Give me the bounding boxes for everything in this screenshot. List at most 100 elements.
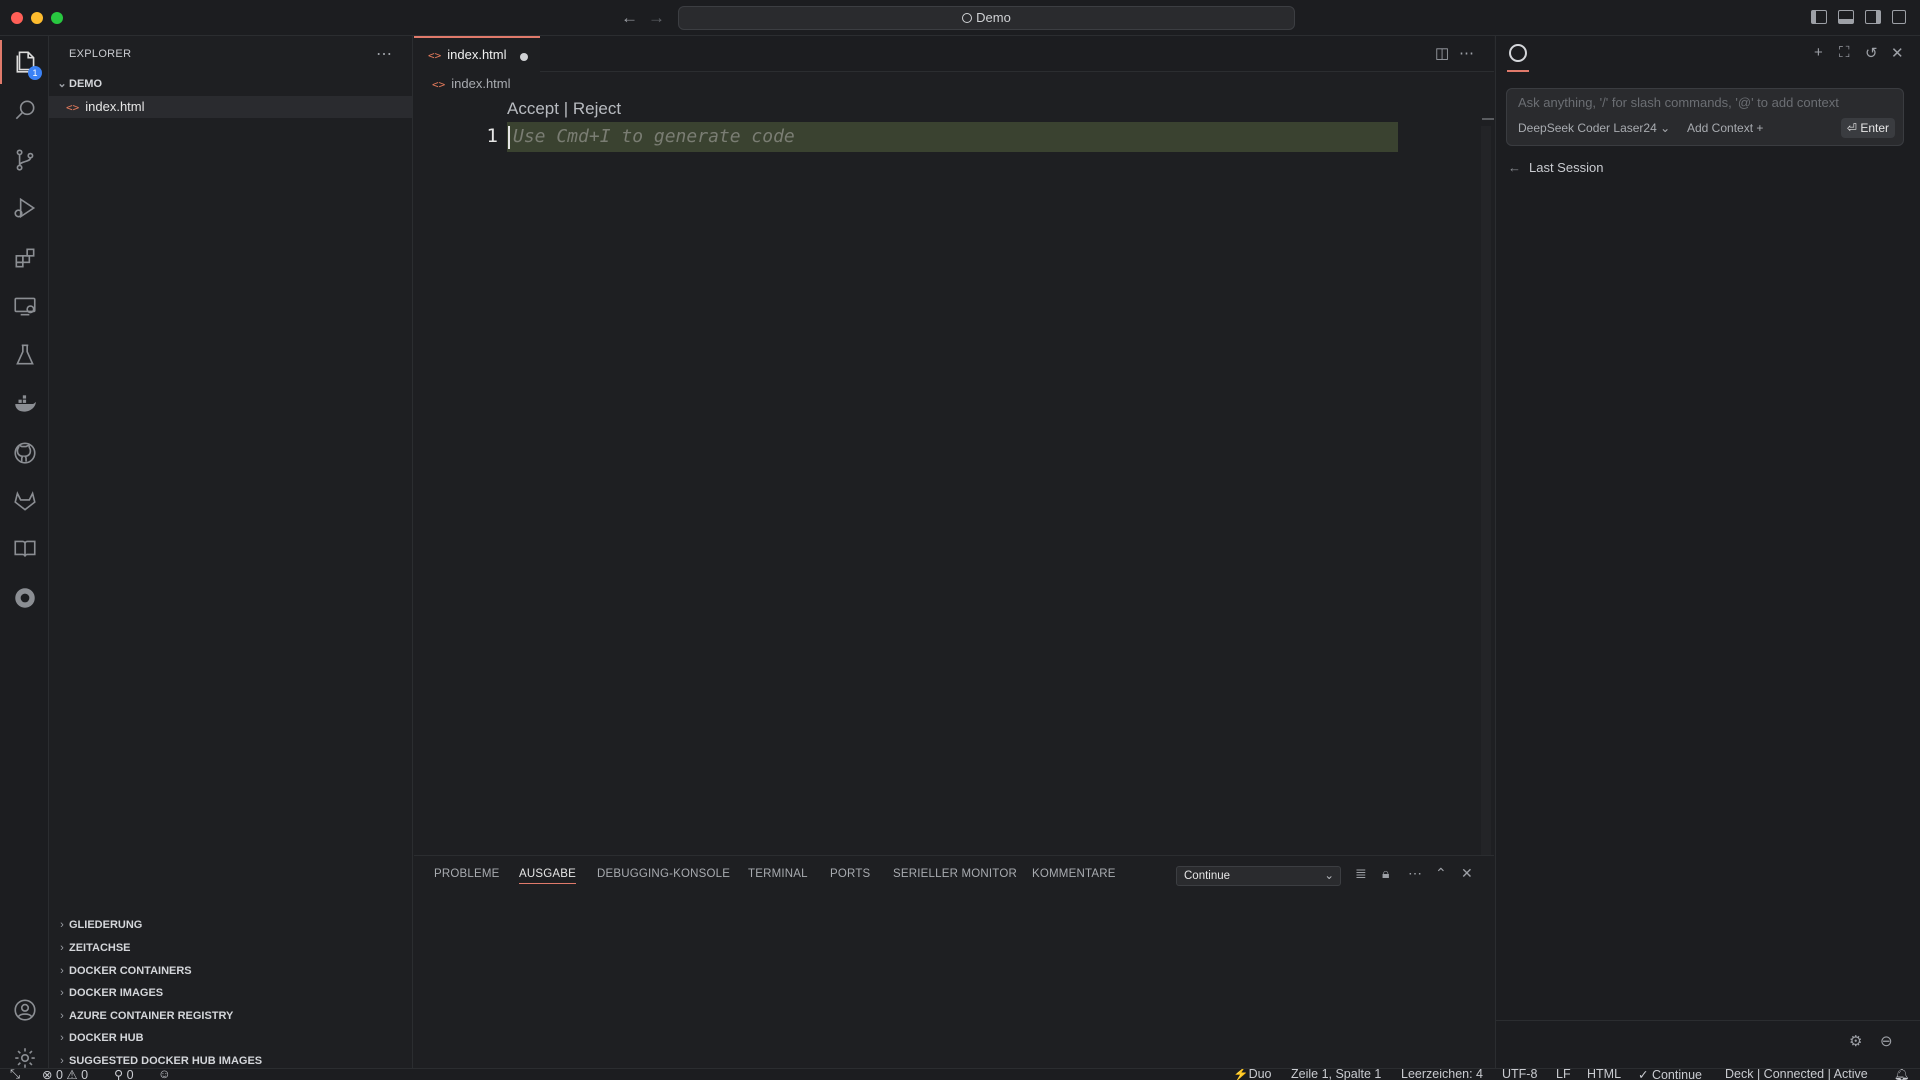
tab-ausgabe[interactable]: AUSGABE xyxy=(519,868,577,884)
editor-placeholder[interactable]: Use Cmd+I to generate code xyxy=(513,126,795,147)
ports-indicator[interactable]: ⚲ 0 xyxy=(114,1069,134,1080)
chevron-right-icon: › xyxy=(60,965,64,977)
toggle-primary-sidebar-icon[interactable] xyxy=(1811,10,1827,24)
chat-input[interactable]: Ask anything, '/' for slash commands, '@… xyxy=(1518,95,1898,110)
command-center-search[interactable]: Demo xyxy=(678,6,1295,30)
tab-ports[interactable]: PORTS xyxy=(830,868,870,880)
tab-probleme[interactable]: PROBLEME xyxy=(434,868,500,880)
settings-gear-icon[interactable]: ⚙ xyxy=(1849,1032,1862,1050)
tab-serieller-monitor[interactable]: SERIELLER MONITOR xyxy=(893,868,1017,880)
section-label: GLIEDERUNG xyxy=(69,919,143,931)
breadcrumb[interactable]: <> index.html xyxy=(432,76,511,91)
continue-status[interactable]: ✓ Continue xyxy=(1638,1069,1702,1080)
notifications-bell-icon[interactable]: 🔔︎ xyxy=(1894,1069,1910,1080)
model-select[interactable]: DeepSeek Coder Laser24 ⌄ xyxy=(1518,121,1670,135)
close-icon[interactable]: ✕ xyxy=(1891,44,1904,62)
cursor-position[interactable]: Zeile 1, Spalte 1 xyxy=(1291,1069,1381,1080)
maximize-panel-icon[interactable]: ⌃ xyxy=(1435,865,1447,882)
feedback-smiley-icon[interactable]: ☺ xyxy=(158,1069,171,1080)
language-mode[interactable]: HTML xyxy=(1587,1069,1621,1080)
tab-kommentare[interactable]: KOMMENTARE xyxy=(1032,868,1116,880)
source-control-icon[interactable] xyxy=(0,138,49,182)
toggle-panel-icon[interactable] xyxy=(1838,10,1854,24)
indentation[interactable]: Leerzeichen: 4 xyxy=(1401,1069,1483,1080)
split-editor-icon[interactable]: ◫ xyxy=(1435,44,1449,62)
inline-diff-actions: Accept | Reject xyxy=(507,99,621,119)
help-icon[interactable]: ⊖ xyxy=(1880,1032,1893,1050)
last-session-link[interactable]: ← Last Session xyxy=(1508,160,1603,175)
search-icon[interactable] xyxy=(0,88,49,132)
tab-label: index.html xyxy=(447,47,507,62)
window-maximize-button[interactable] xyxy=(51,12,63,24)
run-debug-icon[interactable] xyxy=(0,186,49,230)
folder-demo[interactable]: ⌄ DEMO xyxy=(55,74,413,94)
account-icon[interactable] xyxy=(0,988,49,1032)
problems-indicator[interactable]: ⊗ 0 ⚠ 0 xyxy=(42,1069,88,1080)
editor-tab-bar: <> index.html ◫ ⋯ xyxy=(414,36,1494,72)
active-view-indicator xyxy=(1507,70,1529,72)
end-of-line[interactable]: LF xyxy=(1556,1069,1571,1080)
word-wrap-icon[interactable]: ≣ xyxy=(1355,865,1367,882)
add-context-label: Add Context xyxy=(1687,121,1754,135)
extensions-icon[interactable] xyxy=(0,236,49,280)
explorer-badge: 1 xyxy=(28,66,42,80)
reject-button[interactable]: Reject xyxy=(573,99,621,118)
remote-explorer-icon[interactable] xyxy=(0,284,49,328)
more-actions-icon[interactable]: ⋯ xyxy=(376,44,392,64)
search-icon xyxy=(962,13,973,23)
editor-area: <> index.html ◫ ⋯ <> index.html Accept | R… xyxy=(414,36,1494,862)
continue-icon[interactable] xyxy=(0,576,49,620)
channel-label: Continue xyxy=(1184,870,1231,882)
model-label: DeepSeek Coder Laser24 xyxy=(1518,121,1657,135)
activity-bar: 1 xyxy=(0,36,49,1068)
lock-icon[interactable]: 🔒︎ xyxy=(1382,865,1389,882)
duo-label: Duo xyxy=(1248,1068,1272,1080)
tab-terminal[interactable]: TERMINAL xyxy=(748,868,808,880)
forward-arrow-icon[interactable]: → xyxy=(648,8,665,28)
testing-icon[interactable] xyxy=(0,333,49,377)
files-icon[interactable]: 1 xyxy=(0,40,49,84)
title-bar: ← → Demo xyxy=(0,0,1920,36)
file-index-html[interactable]: <> index.html xyxy=(49,96,412,118)
new-session-icon[interactable]: + xyxy=(1814,44,1823,61)
encoding[interactable]: UTF-8 xyxy=(1502,1069,1537,1080)
fullscreen-icon[interactable]: ⛶ xyxy=(1839,44,1850,61)
section-docker-containers[interactable]: › DOCKER CONTAINERS xyxy=(55,961,413,981)
window-close-button[interactable] xyxy=(11,12,23,24)
section-docker-images[interactable]: › DOCKER IMAGES xyxy=(55,983,413,1003)
section-docker-hub[interactable]: › DOCKER HUB xyxy=(55,1028,413,1048)
toggle-secondary-sidebar-icon[interactable] xyxy=(1865,10,1881,24)
tab-debugging-konsole[interactable]: DEBUGGING-KONSOLE xyxy=(597,868,730,880)
section-azure-container-registry[interactable]: › AZURE CONTAINER REGISTRY xyxy=(55,1006,413,1026)
chevron-right-icon: › xyxy=(60,987,64,999)
duo-status[interactable]: ⚡Duo xyxy=(1233,1068,1272,1080)
history-icon[interactable]: ↺ xyxy=(1865,44,1878,62)
editor-scrollbar[interactable] xyxy=(1481,126,1491,862)
editor-more-actions-icon[interactable]: ⋯ xyxy=(1459,44,1474,62)
tab-index-html[interactable]: <> index.html xyxy=(414,36,540,72)
back-arrow-icon[interactable]: ← xyxy=(621,8,638,28)
add-context-button[interactable]: Add Context + xyxy=(1687,121,1763,135)
output-channel-select[interactable]: Continue ⌄ xyxy=(1176,866,1341,886)
continue-logo-icon[interactable] xyxy=(1509,44,1527,62)
close-panel-icon[interactable]: ✕ xyxy=(1461,865,1473,882)
github-icon[interactable] xyxy=(0,431,49,475)
gitlab-icon[interactable] xyxy=(0,479,49,523)
window-title: Demo xyxy=(976,10,1011,25)
section-zeitachse[interactable]: › ZEITACHSE xyxy=(55,938,413,958)
enter-button[interactable]: ⏎ Enter xyxy=(1840,118,1895,138)
customize-layout-icon[interactable] xyxy=(1892,10,1906,24)
window-minimize-button[interactable] xyxy=(31,12,43,24)
chat-input-box[interactable]: Ask anything, '/' for slash commands, '@… xyxy=(1506,88,1904,146)
html-file-icon: <> xyxy=(428,49,442,62)
accept-button[interactable]: Accept xyxy=(507,99,559,118)
divider xyxy=(1496,1020,1920,1021)
docker-icon[interactable] xyxy=(0,382,49,426)
unsaved-dot-icon[interactable] xyxy=(520,53,528,61)
deck-status[interactable]: Deck | Connected | Active xyxy=(1725,1069,1868,1080)
section-gliederung[interactable]: › GLIEDERUNG xyxy=(55,915,413,935)
book-icon[interactable] xyxy=(0,527,49,571)
bottom-panel: PROBLEME AUSGABE DEBUGGING-KONSOLE TERMI… xyxy=(414,855,1494,1068)
remote-indicator-icon[interactable]: ⤡ xyxy=(10,1069,20,1080)
panel-more-actions-icon[interactable]: ⋯ xyxy=(1408,865,1422,882)
